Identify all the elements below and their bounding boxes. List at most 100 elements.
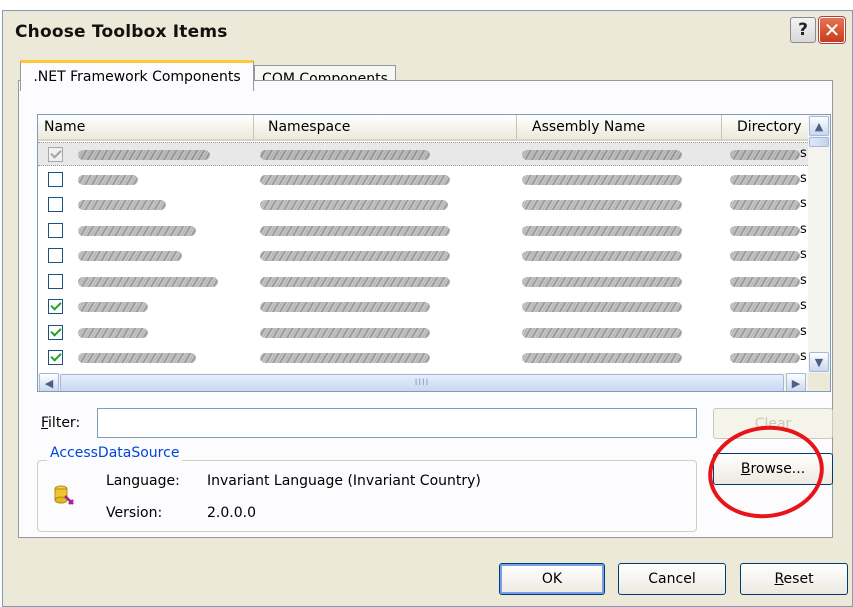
clear-button[interactable]: Clear [713, 408, 833, 439]
column-header-assembly-name[interactable]: Assembly Name [517, 115, 722, 139]
redacted-cell [730, 327, 800, 338]
redacted-cell [522, 150, 682, 160]
row-checkbox[interactable] [48, 248, 63, 263]
version-label: Version: [106, 505, 163, 521]
row-checkbox[interactable] [48, 197, 63, 212]
list-item[interactable]: s [38, 244, 808, 268]
redacted-cell [260, 200, 448, 210]
component-icon [53, 484, 75, 508]
redacted-cell [78, 353, 196, 363]
reset-button[interactable]: Reset [740, 563, 848, 595]
language-value: Invariant Language (Invariant Country) [207, 473, 481, 489]
list-item[interactable]: s [38, 219, 808, 243]
redacted-cell [522, 200, 682, 210]
redacted-cell [260, 150, 430, 160]
redacted-cell [78, 302, 148, 312]
list-item[interactable]: s [38, 193, 808, 217]
row-checkbox[interactable] [48, 324, 63, 340]
row-checkbox[interactable] [48, 350, 63, 365]
cancel-button-label: Cancel [648, 571, 696, 587]
column-header-directory[interactable]: Directory [722, 115, 808, 139]
redacted-cell [522, 174, 682, 185]
component-details-group [37, 460, 697, 532]
scroll-right-button[interactable]: ▶ [786, 373, 806, 391]
redacted-cell [730, 225, 800, 236]
language-label: Language: [106, 473, 180, 489]
close-button[interactable]: ✕ [818, 16, 846, 44]
list-item[interactable]: s [38, 295, 808, 319]
row-checkbox[interactable] [48, 147, 63, 162]
chevron-down-icon: ▼ [814, 355, 824, 369]
redacted-cell [78, 327, 148, 338]
window-title: Choose Toolbox Items [15, 22, 228, 42]
list-header: Name Namespace Assembly Name Directory [38, 115, 808, 141]
redacted-cell [730, 276, 800, 287]
ok-button-label: OK [541, 571, 563, 587]
version-value: 2.0.0.0 [207, 505, 256, 521]
directory-fragment: s [800, 247, 807, 262]
grip-icon: IIII [414, 378, 430, 388]
title-bar[interactable]: Choose Toolbox Items ? ✕ [3, 11, 852, 53]
redacted-cell [78, 150, 210, 160]
redacted-cell [260, 302, 430, 312]
clear-button-label: Clear [754, 415, 792, 432]
column-header-name[interactable]: Name [38, 115, 254, 139]
directory-fragment: s [800, 349, 807, 364]
redacted-cell [730, 251, 800, 261]
redacted-cell [260, 327, 430, 338]
filter-label-text: ilter: [48, 415, 81, 431]
redacted-cell [522, 225, 682, 236]
directory-fragment: s [800, 221, 807, 237]
redacted-cell [730, 302, 800, 312]
redacted-cell [78, 174, 138, 185]
redacted-cell [78, 225, 196, 236]
list-item[interactable]: s [38, 168, 808, 192]
scroll-left-button[interactable]: ◀ [39, 373, 59, 391]
row-checkbox[interactable] [48, 273, 63, 289]
vertical-scrollbar[interactable]: ▲ ▼ [808, 115, 830, 373]
cancel-button[interactable]: Cancel [618, 563, 726, 595]
list-item[interactable]: s [38, 321, 808, 345]
redacted-cell [522, 251, 682, 261]
ok-button[interactable]: OK [499, 563, 605, 595]
horizontal-scrollbar[interactable]: ◀ IIII ▶ [38, 373, 808, 391]
reset-button-label: Reset [774, 571, 813, 587]
directory-fragment: s [800, 298, 807, 313]
tab-label: .NET Framework Components [33, 69, 241, 85]
redacted-cell [260, 251, 450, 261]
column-header-namespace[interactable]: Namespace [254, 115, 517, 139]
redacted-cell [522, 276, 682, 287]
redacted-cell [522, 327, 682, 338]
directory-fragment: s [800, 272, 807, 288]
scroll-down-button[interactable]: ▼ [809, 352, 829, 372]
redacted-cell [730, 353, 800, 363]
browse-label-text: rowse... [750, 461, 806, 477]
tab-net-framework-components[interactable]: .NET Framework Components [20, 60, 254, 91]
redacted-cell [730, 200, 800, 210]
chevron-up-icon: ▲ [814, 119, 824, 133]
browse-button-label: Browse... [741, 461, 805, 477]
row-checkbox[interactable] [48, 171, 63, 187]
redacted-cell [730, 174, 800, 185]
reset-label-text: eset [783, 571, 814, 587]
chevron-right-icon: ▶ [791, 376, 801, 390]
row-checkbox[interactable] [48, 222, 63, 238]
chevron-left-icon: ◀ [44, 376, 54, 390]
components-list[interactable]: Name Namespace Assembly Name Directory s… [37, 114, 831, 392]
browse-button[interactable]: Browse... [713, 453, 833, 485]
list-item[interactable]: s [38, 270, 808, 294]
directory-fragment: s [800, 146, 807, 161]
horizontal-scroll-thumb[interactable]: IIII [60, 374, 784, 391]
help-button[interactable]: ? [790, 17, 816, 43]
filter-input[interactable] [97, 408, 697, 438]
vertical-scroll-thumb[interactable] [809, 137, 829, 147]
redacted-cell [78, 251, 182, 261]
list-item[interactable]: s [38, 142, 808, 166]
scroll-corner [808, 373, 830, 391]
directory-fragment: s [800, 196, 807, 211]
scroll-up-button[interactable]: ▲ [809, 116, 829, 136]
redacted-cell [522, 302, 682, 312]
redacted-cell [730, 150, 800, 160]
list-item[interactable]: s [38, 346, 808, 370]
row-checkbox[interactable] [48, 299, 63, 314]
